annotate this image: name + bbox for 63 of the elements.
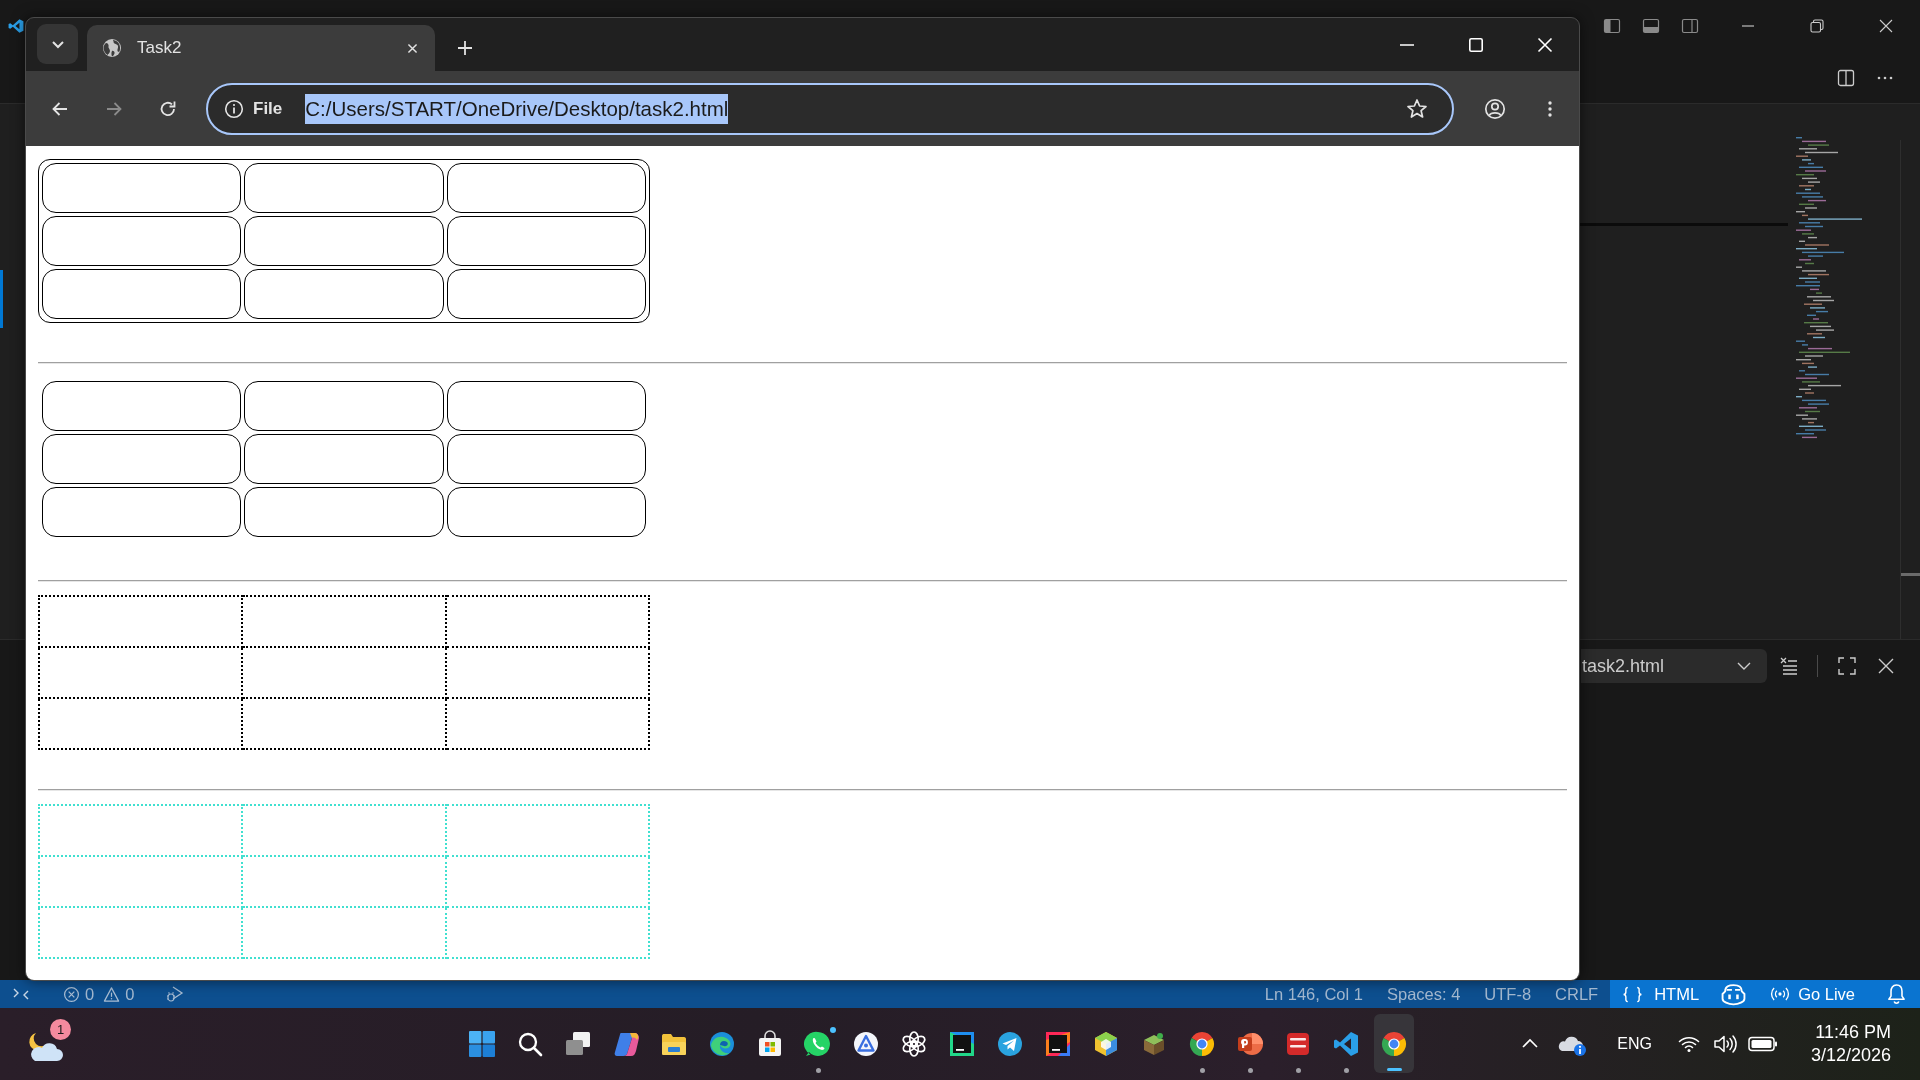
triangle-badge-icon[interactable] [852, 1030, 880, 1058]
app-logo-icon [8, 18, 24, 34]
globe-icon [102, 38, 122, 58]
activity-bar-indicator [0, 270, 3, 328]
bookmark-star-icon[interactable] [1406, 97, 1428, 120]
minimap[interactable] [1794, 135, 1862, 441]
error-icon [63, 985, 80, 1003]
battery-icon[interactable] [1747, 1036, 1778, 1052]
speaker-icon[interactable] [1712, 1034, 1737, 1054]
cursor-position[interactable]: Ln 146, Col 1 [1264, 980, 1363, 1008]
close-panel-icon[interactable] [1876, 656, 1896, 676]
atom-icon[interactable] [900, 1030, 928, 1058]
clear-list-icon[interactable] [1779, 656, 1799, 676]
language-mode[interactable]: HTML [1622, 980, 1700, 1008]
restore-icon[interactable] [1809, 19, 1824, 33]
hexagon-icon[interactable] [1092, 1030, 1120, 1058]
angle-logo-icon[interactable] [1332, 1030, 1360, 1058]
indentation-status[interactable]: Spaces: 4 [1386, 980, 1461, 1008]
line-ending-status[interactable]: CRLF [1555, 980, 1599, 1008]
search-icon[interactable] [516, 1030, 544, 1058]
robot-face-icon[interactable] [1721, 982, 1747, 1006]
problems-status[interactable]: 0 0 [63, 980, 139, 1008]
warning-icon [103, 985, 121, 1003]
notification-badge: 1 [50, 1019, 71, 1040]
browser-tab[interactable]: Task2 [87, 25, 435, 71]
segmented-circle-icon[interactable] [1188, 1030, 1216, 1058]
slanted-ribbons-icon[interactable] [612, 1030, 640, 1058]
secondary-sidebar-toggle-icon[interactable] [1680, 16, 1700, 36]
wifi-icon[interactable] [1677, 1035, 1700, 1053]
clock-time[interactable]: 11:46 PM [1815, 1022, 1891, 1043]
sidebar-toggle-icon[interactable] [1602, 16, 1622, 36]
stacked-windows-icon[interactable] [564, 1030, 592, 1058]
profile-icon[interactable] [1484, 97, 1506, 120]
shopping-bag-icon[interactable] [756, 1030, 784, 1058]
panel-toggle-icon[interactable] [1641, 16, 1661, 36]
tile-icon[interactable] [1284, 1030, 1312, 1058]
new-tab-icon[interactable] [456, 39, 474, 57]
run-debug-icon[interactable] [166, 985, 185, 1003]
square-logo-icon[interactable] [1044, 1030, 1072, 1058]
go-live-button[interactable]: Go Live [1770, 980, 1855, 1008]
split-editor-icon[interactable] [1836, 67, 1856, 88]
four-squares-icon[interactable] [468, 1030, 496, 1058]
clock-date[interactable]: 3/12/2026 [1810, 1045, 1891, 1066]
tab-close-icon[interactable] [406, 41, 419, 55]
terminal-name: task2.html [1582, 655, 1665, 677]
maximize-icon[interactable] [1467, 36, 1484, 53]
swirl-icon[interactable] [708, 1030, 736, 1058]
input-language[interactable]: ENG [1617, 1035, 1652, 1053]
notifications-bell-icon[interactable] [1887, 983, 1906, 1005]
address-bar[interactable]: File C:/Users/START/OneDrive/Desktop/task2.html [206, 82, 1454, 135]
url-text: C:/Users/START/OneDrive/Desktop/task2.html [305, 93, 729, 124]
square-logo-icon[interactable] [948, 1030, 976, 1058]
taskbar-button[interactable] [1374, 1014, 1414, 1073]
terminal-dropdown[interactable]: task2.html [1581, 649, 1767, 683]
paper-plane-icon[interactable] [996, 1030, 1024, 1058]
close-icon[interactable] [1878, 19, 1893, 33]
phone-bubble-icon[interactable] [804, 1030, 832, 1058]
presentation-icon[interactable] [1236, 1030, 1264, 1058]
encoding-status[interactable]: UTF-8 [1484, 980, 1532, 1008]
site-info-chip[interactable]: File [224, 98, 283, 119]
info-icon [224, 98, 244, 119]
maximize-panel-icon[interactable] [1837, 656, 1857, 676]
braces-icon [1622, 985, 1644, 1003]
